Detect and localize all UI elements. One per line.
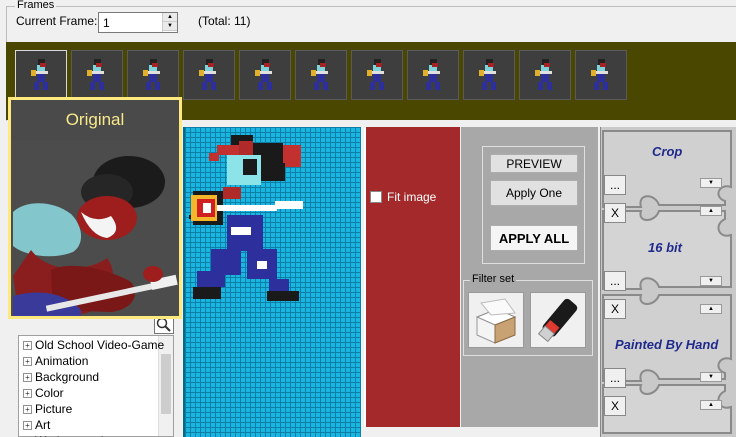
current-frame-input[interactable] (99, 13, 161, 32)
expand-icon[interactable]: + (23, 404, 32, 414)
frame-up-button[interactable]: ▲ (163, 13, 177, 22)
fit-image-checkbox[interactable]: Fit image (370, 190, 456, 204)
filter-painted-remove-button[interactable]: X (604, 396, 626, 416)
filter-16bit-down-button[interactable]: ▼ (700, 276, 722, 286)
tree-item[interactable]: + Color (23, 385, 64, 401)
frame-thumbnail[interactable] (295, 50, 347, 100)
original-preview-popup: Original (8, 97, 182, 319)
expand-icon[interactable]: + (23, 372, 32, 382)
category-tree[interactable]: + Old School Video-Game + Animation + Backgro… (18, 335, 174, 437)
filter-16bit-up-button[interactable]: ▲ (700, 304, 722, 314)
expand-icon[interactable]: + (23, 340, 32, 350)
tree-item[interactable]: +Work around (23, 433, 103, 437)
tree-item-label: Color (35, 386, 64, 400)
preview-button[interactable]: PREVIEW (490, 154, 578, 173)
filter-16bit-remove-button[interactable]: X (604, 299, 626, 319)
tree-item-label: Old School Video-Game (35, 338, 165, 352)
filter-set-label: Filter set (470, 273, 517, 285)
filter-16bit-title: 16 bit (648, 240, 682, 255)
filter-painted-up-button[interactable]: ▲ (700, 400, 722, 410)
filter-crop-options-button[interactable]: ... (604, 175, 626, 195)
frames-legend: Frames (15, 0, 57, 11)
fit-image-label: Fit image (387, 190, 437, 204)
tree-item-label: Background (35, 370, 100, 384)
current-frame-stepper[interactable]: ▲ ▼ (98, 12, 178, 33)
filter-crop-down-button[interactable]: ▼ (700, 178, 722, 188)
guitarist-sprite (189, 135, 303, 301)
frame-thumbnail[interactable] (239, 50, 291, 100)
filter-16bit-options-button[interactable]: ... (604, 271, 626, 291)
apply-one-button[interactable]: Apply One (490, 180, 578, 206)
expand-icon[interactable]: + (23, 388, 32, 398)
filter-painted-options-button[interactable]: ... (604, 368, 626, 388)
current-frame-label: Current Frame: (16, 14, 98, 28)
fit-panel (364, 127, 460, 427)
frame-thumbnail[interactable] (407, 50, 459, 100)
tree-item[interactable]: + Picture (23, 401, 72, 417)
expand-icon[interactable]: + (23, 420, 32, 430)
tree-item-label: Picture (35, 402, 73, 416)
preview-canvas[interactable] (183, 127, 361, 437)
tree-item[interactable]: + Old School Video-Game (23, 337, 164, 353)
search-icon (156, 317, 171, 332)
tree-item[interactable]: + Background (23, 369, 99, 385)
original-character-image (11, 140, 179, 316)
tree-item-label: Animation (35, 354, 89, 368)
frame-thumbnail[interactable] (351, 50, 403, 100)
frame-thumbnail[interactable] (183, 50, 235, 100)
filter-set-box-icon[interactable] (468, 292, 524, 348)
frame-thumbnail[interactable] (463, 50, 515, 100)
tree-item[interactable]: + Art (23, 417, 50, 433)
tree-item-label: Art (35, 418, 51, 432)
filter-crop-up-button[interactable]: ▲ (700, 206, 722, 216)
filter-crop-title: Crop (652, 144, 683, 159)
expand-icon[interactable]: + (23, 356, 32, 366)
fit-image-box[interactable] (370, 191, 382, 203)
filter-crop-remove-button[interactable]: X (604, 203, 626, 223)
frame-thumbnail[interactable] (71, 50, 123, 100)
filter-painted-down-button[interactable]: ▼ (700, 372, 722, 382)
filter-painted-title: Painted By Hand (615, 337, 719, 352)
frame-down-button[interactable]: ▼ (163, 22, 177, 31)
apply-all-button[interactable]: APPLY ALL (490, 225, 578, 251)
total-frames-label: (Total: 11) (198, 14, 251, 28)
frame-thumbnail[interactable] (15, 50, 67, 100)
tree-item[interactable]: + Animation (23, 353, 88, 369)
filter-set-usb-icon[interactable] (530, 292, 586, 348)
frame-thumbnail[interactable] (127, 50, 179, 100)
frame-thumbnail[interactable] (575, 50, 627, 100)
frame-thumbnail[interactable] (519, 50, 571, 100)
